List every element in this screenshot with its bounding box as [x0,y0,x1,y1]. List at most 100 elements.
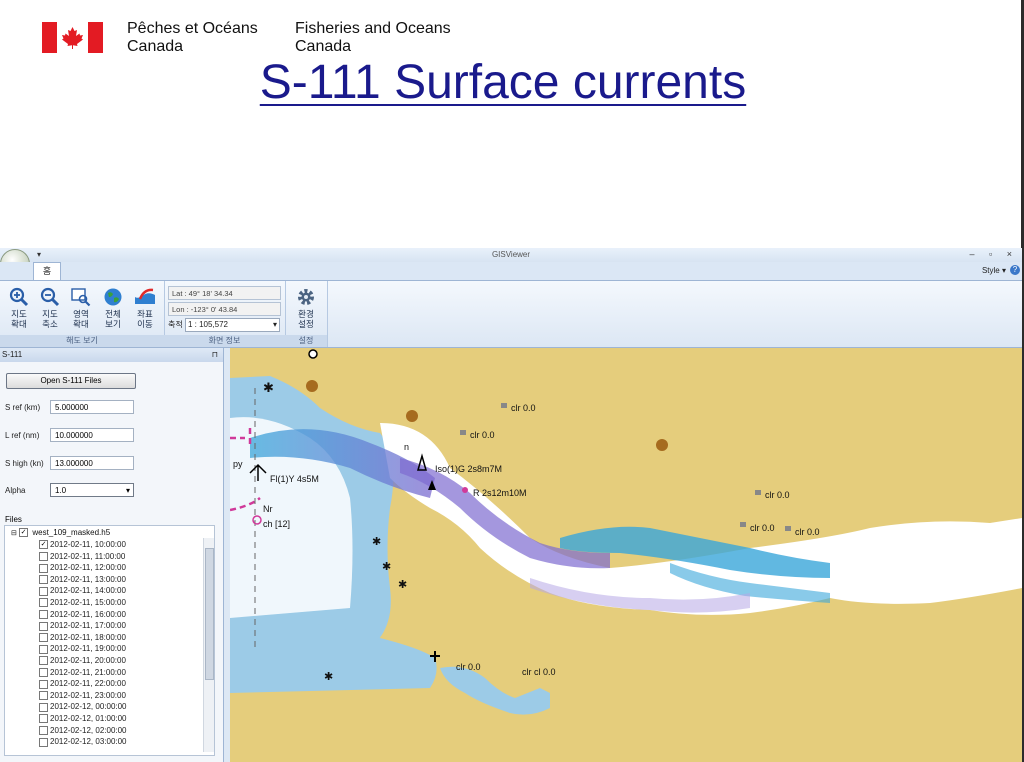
entry-checkbox[interactable] [39,667,48,677]
full-view-label-2: 보기 [105,319,121,329]
shoal-mark [740,522,746,527]
entry-checkbox[interactable] [39,621,48,631]
nautical-chart[interactable]: ✱ ✱ ✱ ✱ ✱ clr 0.0 clr 0.0 clr 0.0 clr 0.… [230,348,1022,762]
entry-checkbox[interactable] [39,691,48,701]
latitude-readout: Lat : 49° 18' 34.34 [168,286,281,300]
tree-entry[interactable]: 2012-02-11, 12:00:00 [39,563,126,573]
tree-entry[interactable]: 2012-02-11, 13:00:00 [39,575,126,585]
scale-label: 축적 [168,320,183,330]
ribbon-group-label-settings: 설정 [285,335,327,347]
gis-viewer-window: GISViewer – ▫ × ▾ 홈 Style ▾ ? 지도 확대 지도 축… [0,248,1022,762]
tree-entry[interactable]: 2012-02-11, 23:00:00 [39,691,126,701]
entry-checkbox[interactable] [39,656,48,666]
entry-checkbox[interactable] [39,575,48,585]
scrollbar-thumb[interactable] [205,548,214,680]
root-file-name: west_109_masked.h5 [32,528,111,537]
entry-checkbox[interactable] [39,551,48,561]
tree-entry[interactable]: ✓ 2012-02-11, 10:00:00 [39,540,126,550]
root-checkbox[interactable]: ✓ [19,528,29,538]
tree-entry[interactable]: 2012-02-11, 17:00:00 [39,621,126,631]
alpha-select[interactable]: 1.0 [50,483,134,498]
tab-home[interactable]: 홈 [33,262,61,280]
l-ref-input[interactable]: 10.000000 [50,428,134,442]
coordinate-move-button[interactable]: 좌표 이동 [130,287,160,329]
settings-button[interactable]: 환경 설정 [291,287,321,329]
entry-checkbox[interactable] [39,563,48,573]
ribbon-tab-row: 홈 Style ▾ ? [0,262,1022,280]
ribbon-group-label-chart-view: 해도 보기 [0,335,164,347]
area-zoom-label-2: 확대 [73,319,89,329]
window-controls[interactable]: – ▫ × [970,249,1018,259]
org-fr-line2: Canada [127,38,184,55]
map-label-light: R 2s12m10M [473,488,527,498]
entry-timestamp: 2012-02-12, 01:00:00 [50,714,127,723]
area-zoom-label-1: 영역 [73,309,89,319]
style-menu[interactable]: Style ▾ [982,266,1006,275]
collapse-icon[interactable]: ⊟ [11,530,17,537]
tree-entry[interactable]: 2012-02-12, 03:00:00 [39,737,127,747]
scale-select[interactable]: 1 : 105,572 [184,318,280,332]
help-icon[interactable]: ? [1010,265,1020,275]
tree-entry[interactable]: 2012-02-11, 15:00:00 [39,598,126,608]
slide-title[interactable]: S-111 Surface currents [0,55,1006,110]
quick-access-toolbar[interactable]: ▾ [37,250,41,259]
ribbon-group-settings: 환경 설정 설정 [285,281,328,347]
tree-root-item[interactable]: ⊟ ✓ west_109_masked.h5 [11,528,111,538]
s-ref-input[interactable]: 5.000000 [50,400,134,414]
map-label-clr: clr 0.0 [470,430,495,440]
entry-checkbox[interactable] [39,644,48,654]
map-label-light: Fl(1)Y 4s5M [270,474,319,484]
tree-entry[interactable]: 2012-02-11, 21:00:00 [39,668,126,677]
zoom-in-button[interactable]: 지도 확대 [4,287,34,329]
entry-timestamp: 2012-02-11, 22:00:00 [50,679,126,689]
zoom-out-button[interactable]: 지도 축소 [35,287,65,329]
open-s111-files-button[interactable]: Open S-111 Files [6,373,136,389]
chart-map-view[interactable]: ✱ ✱ ✱ ✱ ✱ clr 0.0 clr 0.0 clr 0.0 clr 0.… [230,348,1022,762]
tree-entry[interactable]: 2012-02-12, 02:00:00 [39,726,127,735]
entry-checkbox[interactable] [39,725,48,735]
zoom-out-label-2: 축소 [42,319,58,329]
entry-checkbox[interactable] [39,586,48,596]
s-high-input[interactable]: 13.000000 [50,456,134,470]
tree-entry[interactable]: 2012-02-11, 16:00:00 [39,610,126,619]
entry-checkbox[interactable] [39,702,48,712]
tree-entry[interactable]: 2012-02-11, 22:00:00 [39,679,126,689]
s-ref-label: S ref (km) [5,403,41,412]
tree-entry[interactable]: 2012-02-12, 01:00:00 [39,714,127,724]
l-ref-label: L ref (nm) [5,431,40,440]
zoom-in-label-2: 확대 [11,319,27,329]
org-en-line1: Fisheries and Oceans [295,20,451,37]
entry-checkbox[interactable] [39,598,48,608]
panel-title: S-111 [2,350,23,359]
org-name-french: Pêches et Océans Canada [127,20,258,56]
map-label-clr: clr 0.0 [750,523,775,533]
s111-panel: S-111 ⊓ Open S-111 Files S ref (km) 5.00… [0,348,224,762]
entry-checkbox[interactable] [39,679,48,689]
entry-checkbox[interactable] [39,737,48,747]
map-label-nr: Nr [263,504,273,514]
entry-checkbox[interactable]: ✓ [39,540,48,550]
pin-icon[interactable]: ⊓ [212,348,218,362]
org-en-line2: Canada [295,38,352,55]
zoom-in-icon [9,287,29,307]
tree-entry[interactable]: 2012-02-11, 11:00:00 [39,552,125,561]
window-title: GISViewer [491,250,531,259]
rock-symbol: ✱ [398,579,407,591]
area-zoom-button[interactable]: 영역 확대 [66,287,96,329]
tree-entry[interactable]: 2012-02-11, 18:00:00 [39,633,126,643]
rock-symbol: ✱ [372,536,381,548]
tree-entry[interactable]: 2012-02-11, 14:00:00 [39,586,126,596]
entry-checkbox[interactable] [39,714,48,724]
shoal-mark [460,430,466,435]
full-view-button[interactable]: 전체 보기 [98,287,128,329]
tree-entry[interactable]: 2012-02-12, 00:00:00 [39,702,127,712]
tree-scrollbar[interactable] [203,538,214,752]
tree-entry[interactable]: 2012-02-11, 20:00:00 [39,656,126,666]
entry-checkbox[interactable] [39,609,48,619]
zoom-out-icon [40,287,60,307]
entry-checkbox[interactable] [39,633,48,643]
alpha-label: Alpha [5,486,26,495]
map-label-clr: clr 0.0 [456,662,481,672]
entry-timestamp: 2012-02-11, 11:00:00 [50,551,126,561]
tree-entry[interactable]: 2012-02-11, 19:00:00 [39,644,126,654]
